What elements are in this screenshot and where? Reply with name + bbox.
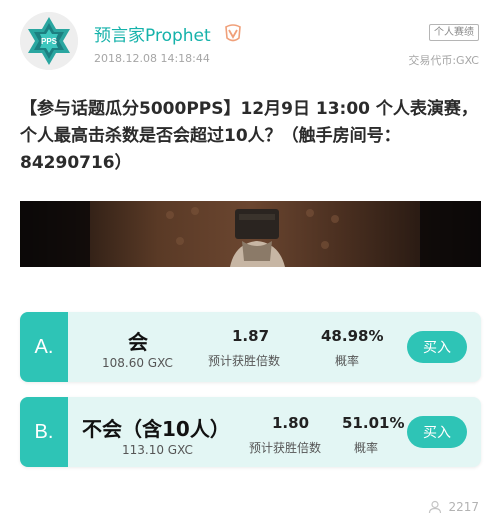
author-name[interactable]: 预言家Prophet	[94, 21, 211, 46]
currency-label: 交易代币:GXC	[408, 54, 479, 67]
post-timestamp: 2018.12.08 14:18:44	[94, 52, 210, 65]
option-a-probability-label: 概率	[335, 354, 360, 368]
user-icon	[429, 500, 442, 514]
question-text: 【参与话题瓜分5000PPS】12月9日 13:00 个人表演赛，个人最高击杀数…	[20, 99, 478, 173]
view-count-value: 2217	[448, 500, 479, 514]
option-b-probability: 51.01%	[342, 414, 405, 432]
option-a-letter: A.	[20, 312, 68, 382]
view-count: 2217	[428, 500, 479, 514]
category-tag[interactable]: 个人赛绩	[429, 24, 479, 41]
post-header: PPS 预言家Prophet 2018.12.08 14:18:44 个人赛绩 …	[20, 10, 480, 70]
option-a-title: 会	[128, 330, 148, 354]
option-b-odds-label: 预计获胜倍数	[249, 441, 322, 455]
option-a-buy-button[interactable]: 买入	[407, 331, 467, 363]
option-b-amount: 113.10 GXC	[122, 443, 193, 457]
verified-badge-icon	[225, 24, 241, 42]
option-b-probability-label: 概率	[354, 441, 379, 455]
option-b-letter: B.	[20, 397, 68, 467]
option-a-amount: 108.60 GXC	[102, 356, 173, 370]
option-a-odds-label: 预计获胜倍数	[208, 354, 281, 368]
option-a-odds: 1.87	[232, 327, 270, 345]
option-b-odds: 1.80	[272, 414, 310, 432]
option-b-card[interactable]: B. 不会（含10人） 113.10 GXC 1.80 预计获胜倍数 51.01…	[20, 397, 481, 467]
option-b-buy-button[interactable]: 买入	[407, 416, 467, 448]
option-a-card[interactable]: A. 会 108.60 GXC 1.87 预计获胜倍数 48.98% 概率 买入	[20, 312, 481, 382]
banner-image	[20, 201, 481, 267]
avatar[interactable]: PPS	[20, 12, 78, 70]
player-photo	[20, 201, 481, 267]
option-b-title: 不会（含10人）	[82, 417, 230, 441]
prophet-logo-icon: PPS	[20, 12, 78, 70]
option-a-probability: 48.98%	[321, 327, 384, 345]
avatar-text: PPS	[41, 37, 58, 46]
